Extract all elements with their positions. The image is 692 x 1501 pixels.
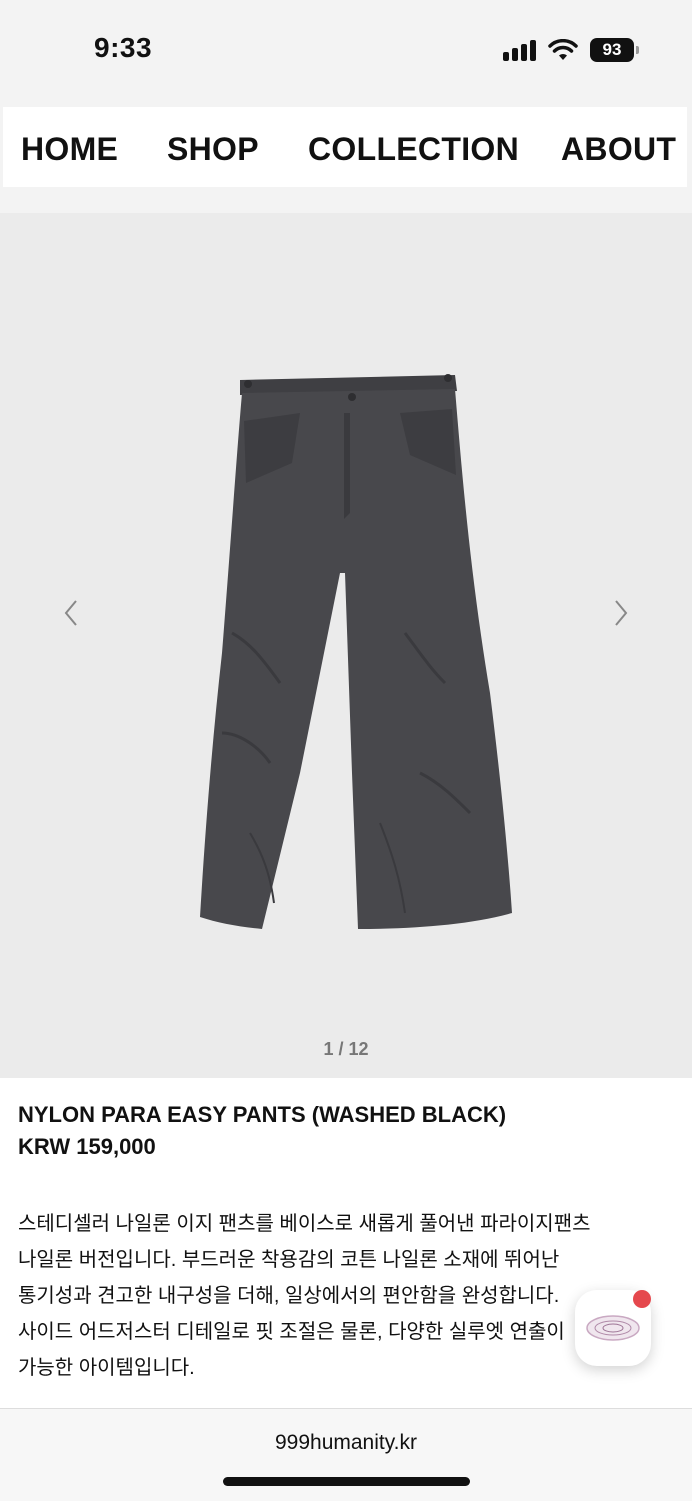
nav-home[interactable]: HOME — [21, 131, 118, 168]
product-price: KRW 159,000 — [18, 1134, 156, 1159]
url-bar[interactable]: 999humanity.kr — [0, 1431, 692, 1455]
browser-bottom-bar: 999humanity.kr — [0, 1408, 692, 1501]
nav-shop[interactable]: SHOP — [167, 131, 259, 168]
product-description: 스테디셀러 나일론 이지 팬츠를 베이스로 새롭게 풀어낸 파라이지팬츠 나일론… — [18, 1213, 591, 1379]
status-bar: 9:33 93 — [0, 0, 692, 104]
notification-dot — [633, 1290, 651, 1308]
gallery-counter: 1 / 12 — [323, 1039, 369, 1059]
main-nav: HOME SHOP COLLECTION ABOUT — [3, 107, 687, 187]
product-name: NYLON PARA EASY PANTS (WASHED BLACK) — [18, 1102, 507, 1127]
nav-about[interactable]: ABOUT — [561, 131, 676, 168]
status-icons: 93 — [503, 38, 639, 62]
cellular-signal-icon — [503, 39, 536, 61]
nav-collection[interactable]: COLLECTION — [308, 131, 519, 168]
wifi-icon — [548, 39, 578, 60]
product-image — [200, 374, 512, 929]
product-gallery[interactable]: 1 / 12 — [0, 213, 692, 1078]
chevron-right-icon[interactable] — [606, 593, 636, 633]
status-time: 9:33 — [94, 32, 153, 63]
chevron-left-icon[interactable] — [56, 593, 86, 633]
home-indicator — [223, 1477, 470, 1486]
battery-indicator: 93 — [590, 38, 639, 62]
